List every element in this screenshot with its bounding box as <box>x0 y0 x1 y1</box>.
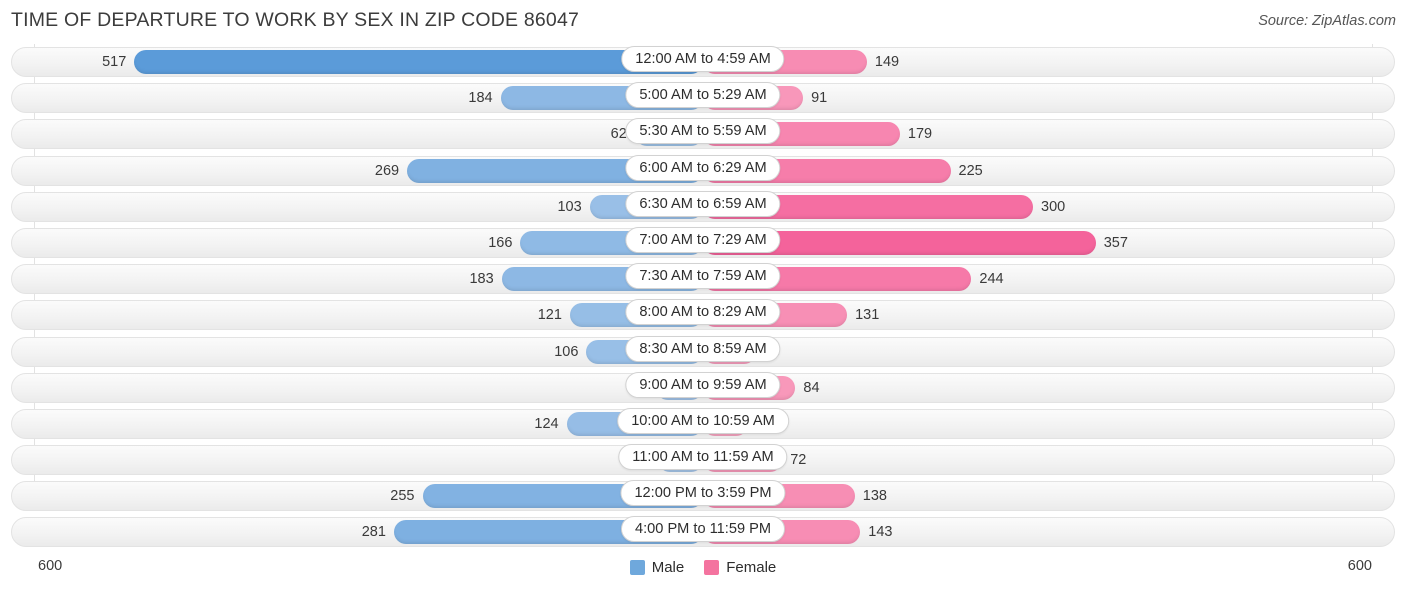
bar-value-female: 143 <box>868 524 893 541</box>
category-label: 10:00 AM to 10:59 AM <box>617 407 789 434</box>
category-label: 5:30 AM to 5:59 AM <box>625 118 781 145</box>
bar-value-female: 300 <box>1041 198 1066 215</box>
source-attribution: Source: ZipAtlas.com <box>1258 13 1396 29</box>
category-label: 4:00 PM to 11:59 PM <box>620 516 786 543</box>
category-label: 7:00 AM to 7:29 AM <box>625 226 781 253</box>
category-label: 8:00 AM to 8:29 AM <box>625 299 781 326</box>
bar-value-female: 225 <box>958 162 983 179</box>
bar-value-male: 281 <box>361 524 386 541</box>
category-label: 8:30 AM to 8:59 AM <box>625 335 781 362</box>
legend-item-female[interactable]: Female <box>704 559 776 576</box>
bar-value-female: 149 <box>874 54 900 70</box>
bar-row: 124910:00 AM to 10:59 AM <box>0 406 1406 442</box>
category-label: 5:00 AM to 5:29 AM <box>625 82 781 109</box>
bar-value-female: 131 <box>855 307 880 324</box>
bar-value-female: 179 <box>907 126 933 143</box>
chart-plot-area: 517 149 12:00 AM to 4:59 AM 184 91 5:00 AM to… <box>0 44 1406 552</box>
category-label: 12:00 PM to 3:59 PM <box>620 480 786 507</box>
bar-value-male: 62 <box>610 126 627 143</box>
chart-legend: Male Female <box>0 559 1406 576</box>
bar-row: 183 244 7:30 AM to 7:59 AM <box>0 261 1406 297</box>
chart-header: TIME OF DEPARTURE TO WORK BY SEX IN ZIP … <box>0 0 1406 44</box>
category-label: 11:00 AM to 11:59 AM <box>618 444 788 471</box>
bar-row: 67211:00 AM to 11:59 AM <box>0 442 1406 478</box>
bar-value-male: 255 <box>390 488 415 505</box>
bar-value-female: 244 <box>979 271 1004 288</box>
category-label: 9:00 AM to 9:59 AM <box>625 371 781 398</box>
bar-value-female: 357 <box>1103 234 1128 251</box>
bar-value-male: 121 <box>537 307 562 324</box>
bar-row: 62 179 5:30 AM to 5:59 AM <box>0 116 1406 152</box>
bar-value-male: 517 <box>102 54 127 70</box>
bar-value-male: 106 <box>554 343 579 360</box>
bar-value-male: 184 <box>468 90 493 107</box>
bar-value-male: 166 <box>488 234 513 251</box>
category-label: 6:30 AM to 6:59 AM <box>625 190 781 217</box>
legend-swatch-male-icon <box>629 560 645 575</box>
bar-rows: 517 149 12:00 AM to 4:59 AM 184 91 5:00 AM to… <box>0 44 1406 551</box>
bar-row: 166 357 7:00 AM to 7:29 AM <box>0 225 1406 261</box>
legend-swatch-female-icon <box>704 560 720 575</box>
bar-value-female: 91 <box>811 90 828 107</box>
bar-male[interactable] <box>134 50 703 74</box>
bar-value-male: 183 <box>469 271 494 288</box>
chart-footer: 600 600 Male Female <box>0 552 1406 595</box>
bar-value-female: 84 <box>803 379 820 396</box>
bar-value-female: 72 <box>790 452 807 469</box>
page-title: TIME OF DEPARTURE TO WORK BY SEX IN ZIP … <box>11 9 580 31</box>
bar-row: 121 131 8:00 AM to 8:29 AM <box>0 297 1406 333</box>
bar-value-female: 138 <box>862 488 887 505</box>
bar-value-male: 269 <box>374 162 400 179</box>
bar-row: 281 143 4:00 PM to 11:59 PM <box>0 514 1406 550</box>
bar-row: 255 138 12:00 PM to 3:59 PM <box>0 478 1406 514</box>
bar-value-male: 124 <box>534 415 559 432</box>
bar-row: 103 300 6:30 AM to 6:59 AM <box>0 189 1406 225</box>
bar-row: 184 91 5:00 AM to 5:29 AM <box>0 80 1406 116</box>
legend-label-male: Male <box>651 559 685 576</box>
legend-label-female: Female <box>726 559 777 576</box>
chart-page: TIME OF DEPARTURE TO WORK BY SEX IN ZIP … <box>0 0 1406 595</box>
bar-value-male: 103 <box>557 198 582 215</box>
category-label: 12:00 AM to 4:59 AM <box>621 46 785 72</box>
category-label: 6:00 AM to 6:29 AM <box>625 154 781 181</box>
bar-row: 517 149 12:00 AM to 4:59 AM <box>0 44 1406 80</box>
bar-row: 106488:30 AM to 8:59 AM <box>0 334 1406 370</box>
bar-row: 43849:00 AM to 9:59 AM <box>0 370 1406 406</box>
legend-item-male[interactable]: Male <box>629 559 685 576</box>
category-label: 7:30 AM to 7:59 AM <box>625 263 781 290</box>
bar-row: 269 225 6:00 AM to 6:29 AM <box>0 153 1406 189</box>
